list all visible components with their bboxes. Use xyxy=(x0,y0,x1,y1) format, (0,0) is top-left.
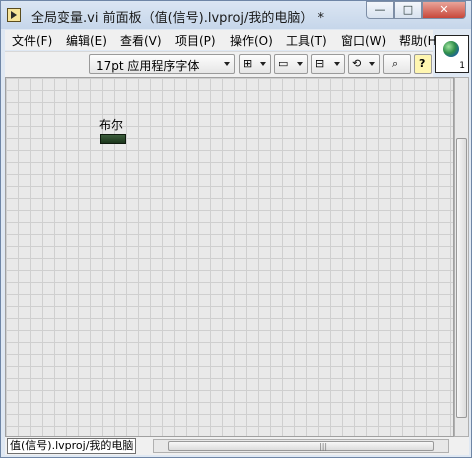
vi-run-icon xyxy=(7,8,21,22)
context-path: 值(信号).lvproj/我的电脑 xyxy=(7,438,137,454)
font-select[interactable]: 17pt 应用程序字体 xyxy=(89,54,235,74)
vertical-scroll-thumb[interactable] xyxy=(456,138,467,418)
resize-objects-button[interactable]: ⊟ xyxy=(311,54,345,74)
front-panel-canvas[interactable] xyxy=(5,77,454,437)
search-icon: ⌕ xyxy=(392,57,399,70)
help-icon: ? xyxy=(419,57,426,70)
chevron-down-icon xyxy=(334,62,340,66)
font-select-label: 17pt 应用程序字体 xyxy=(96,59,200,73)
distribute-objects-button[interactable]: ▭ xyxy=(274,54,308,74)
menu-operate[interactable]: 操作(O) xyxy=(230,32,273,49)
boolean-led-indicator[interactable] xyxy=(100,134,126,144)
window-title: 全局变量.vi 前面板（值(信号).lvproj/我的电脑） * xyxy=(31,11,325,26)
horizontal-scrollbar[interactable]: ||| xyxy=(153,439,449,453)
menu-project[interactable]: 项目(P) xyxy=(175,32,216,49)
menu-bar: 文件(F) 编辑(E) 查看(V) 项目(P) 操作(O) 工具(T) 窗口(W… xyxy=(5,30,441,50)
chevron-down-icon xyxy=(224,62,230,66)
align-objects-icon: ⊞ xyxy=(243,57,253,70)
reorder-button[interactable]: ⟲ xyxy=(348,54,380,74)
chevron-down-icon xyxy=(260,62,266,66)
menu-file[interactable]: 文件(F) xyxy=(12,32,52,49)
align-objects-button[interactable]: ⊞ xyxy=(239,54,271,74)
title-bar: 全局变量.vi 前面板（值(信号).lvproj/我的电脑） * — □ ✕ xyxy=(1,1,471,29)
menu-window[interactable]: 窗口(W) xyxy=(341,32,386,49)
chevron-down-icon xyxy=(297,62,303,66)
maximize-button[interactable]: □ xyxy=(394,1,422,19)
vi-icon-number: 1 xyxy=(459,61,465,71)
context-help-button[interactable]: ? xyxy=(414,54,432,74)
resize-objects-icon: ⊟ xyxy=(315,57,325,70)
minimize-button[interactable]: — xyxy=(366,1,394,19)
chevron-down-icon xyxy=(369,62,375,66)
labview-front-panel-window: 全局变量.vi 前面板（值(信号).lvproj/我的电脑） * — □ ✕ 文… xyxy=(0,0,472,458)
close-button[interactable]: ✕ xyxy=(422,1,466,19)
vertical-scrollbar[interactable] xyxy=(454,77,469,437)
menu-edit[interactable]: 编辑(E) xyxy=(66,32,107,49)
globe-icon xyxy=(443,41,459,57)
distribute-objects-icon: ▭ xyxy=(278,57,289,70)
horizontal-scroll-thumb[interactable]: ||| xyxy=(168,441,434,451)
menu-tools[interactable]: 工具(T) xyxy=(286,32,327,49)
search-button[interactable]: ⌕ xyxy=(383,54,411,74)
scroll-grip: ||| xyxy=(319,442,328,451)
toolbar: 17pt 应用程序字体 ⊞ ▭ ⊟ ⟲ ⌕ ? xyxy=(5,51,433,78)
boolean-control-label[interactable]: 布尔 xyxy=(99,116,123,133)
vi-connector-icon[interactable]: 1 xyxy=(435,35,469,73)
reorder-icon: ⟲ xyxy=(352,57,362,70)
status-bar: 值(信号).lvproj/我的电脑 ||| xyxy=(5,437,469,455)
menu-view[interactable]: 查看(V) xyxy=(120,32,162,49)
